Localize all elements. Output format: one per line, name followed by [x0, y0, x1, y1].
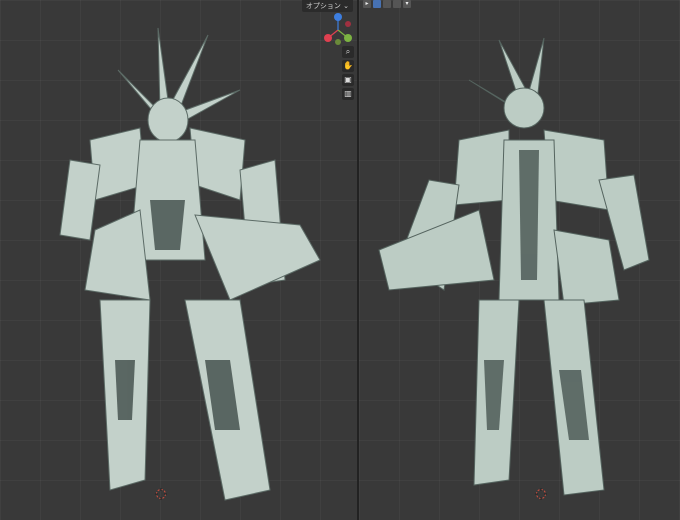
hip-right — [194, 214, 321, 301]
material-shading-icon[interactable] — [383, 0, 391, 8]
hip-left — [84, 209, 151, 301]
robot-model-front[interactable] — [0, 0, 357, 520]
head-spike-2 — [169, 34, 209, 109]
head — [503, 87, 545, 129]
3d-cursor-icon[interactable] — [155, 488, 167, 500]
head — [147, 97, 189, 143]
options-dropdown[interactable]: オプション ⌄ — [301, 0, 353, 12]
pan-hand-icon[interactable]: ✋ — [342, 60, 354, 72]
3d-cursor-icon[interactable] — [535, 488, 547, 500]
solid-shading-icon[interactable] — [373, 0, 381, 8]
viewport-header-toolbar: ▸ ▾ — [363, 0, 411, 10]
x-axis-handle[interactable] — [324, 34, 332, 42]
head-spike-4 — [179, 89, 241, 121]
robot-model-back[interactable] — [359, 0, 680, 520]
3d-viewport-right[interactable]: ▸ ▾ — [359, 0, 680, 520]
hip-right — [553, 229, 620, 306]
camera-icon[interactable]: ▣ — [342, 74, 354, 86]
arm-left — [59, 159, 101, 241]
navigation-gizmo[interactable] — [320, 12, 356, 48]
y-axis-handle[interactable] — [344, 34, 352, 42]
shoulder-left — [453, 129, 510, 206]
z-axis-handle[interactable] — [334, 13, 342, 21]
zoom-icon[interactable]: ⌕ — [342, 46, 354, 58]
grid-icon[interactable]: ▥ — [342, 88, 354, 100]
render-shading-icon[interactable] — [393, 0, 401, 8]
dropdown-icon[interactable]: ▾ — [403, 0, 411, 8]
select-tool-icon[interactable]: ▸ — [363, 0, 371, 8]
3d-viewport-left[interactable]: オプション ⌄ ⌕ ✋ ▣ ▥ — [0, 0, 357, 520]
